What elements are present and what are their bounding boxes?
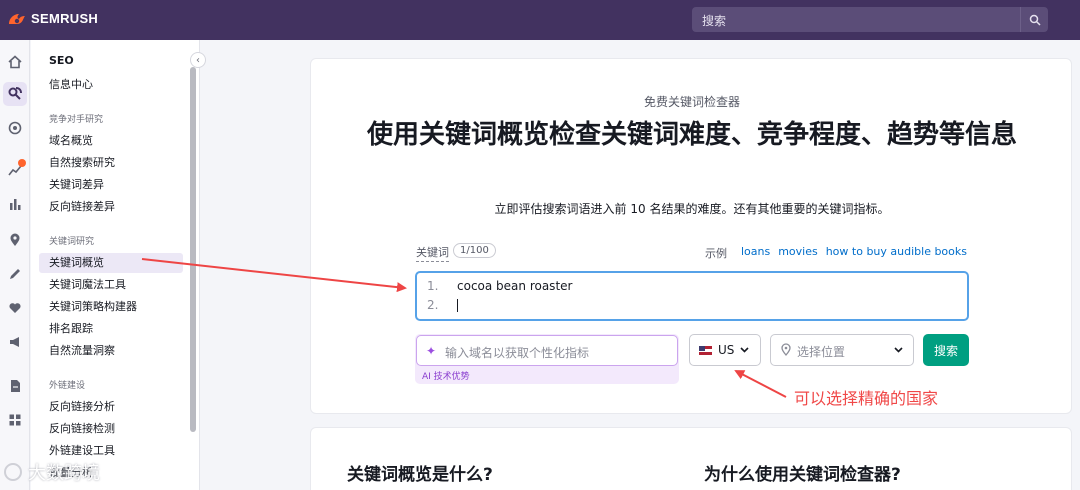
keyword-count-badge: 1/100 <box>453 243 496 258</box>
menu-section-competitor: 竞争对手研究 <box>49 115 104 125</box>
rail-seo[interactable] <box>3 82 27 106</box>
rail-home[interactable] <box>3 50 27 74</box>
domain-input-placeholder: 输入域名以获取个性化指标 <box>445 346 590 360</box>
brand-name: SEMRUSH <box>31 11 99 26</box>
menu-item-backlink-analytics[interactable]: 反向链接分析 <box>39 397 183 417</box>
menu-item-keyword-gap[interactable]: 关键词差异 <box>39 175 183 195</box>
menu-item-dashboard[interactable]: 信息中心 <box>39 75 183 95</box>
search-placeholder: 搜索 <box>702 14 727 28</box>
location-select[interactable]: 选择位置 <box>770 334 914 366</box>
rail-content[interactable] <box>3 262 27 286</box>
icon-rail <box>0 40 30 490</box>
document-icon <box>11 380 20 392</box>
what-is-heading: 关键词概览是什么? <box>347 465 493 485</box>
menu-item-backlink-gap[interactable]: 反向链接差异 <box>39 197 183 217</box>
menu-item-domain-overview[interactable]: 域名概览 <box>39 131 183 151</box>
heart-icon <box>9 303 21 313</box>
pen-icon <box>10 269 20 279</box>
keyword-label: 关键词 <box>416 244 449 262</box>
page-eyebrow: 免费关键词检查器 <box>643 95 740 109</box>
example-link-movies[interactable]: movies <box>778 245 818 261</box>
menu-item-keyword-strategy[interactable]: 关键词策略构建器 <box>39 297 183 317</box>
page-title: 使用关键词概览检查关键词难度、竞争程度、趋势等信息 <box>366 120 1017 150</box>
country-select[interactable]: US <box>689 334 761 366</box>
line-number: 1. <box>427 279 439 293</box>
watermark-logo-icon <box>4 463 22 481</box>
location-pin-icon <box>10 233 20 246</box>
example-link-loans[interactable]: loans <box>741 245 770 261</box>
rail-traffic[interactable] <box>3 192 27 216</box>
line-number: 2. <box>427 298 439 312</box>
ai-sparkle-icon: ✦ <box>426 344 437 358</box>
chevron-left-icon: ‹ <box>196 54 200 66</box>
location-pin-icon <box>781 343 791 356</box>
menu-item-position-tracking[interactable]: 排名跟踪 <box>39 319 183 339</box>
rail-advertising[interactable] <box>3 330 27 354</box>
annotation-text: 可以选择精确的国家 <box>794 389 939 408</box>
menu-item-backlink-audit[interactable]: 反向链接检测 <box>39 419 183 439</box>
home-icon <box>8 55 22 69</box>
semrush-logo[interactable]: SEMRUSH <box>7 11 98 26</box>
example-link-audible[interactable]: how to buy audible books <box>826 245 967 261</box>
info-card: 关键词概览是什么? 为什么使用关键词检查器? <box>310 427 1072 490</box>
menu-item-keyword-magic[interactable]: 关键词魔法工具 <box>39 275 183 295</box>
keyword-checker-card: 免费关键词检查器 使用关键词概览检查关键词难度、竞争程度、趋势等信息 立即评估搜… <box>310 58 1072 414</box>
page-subtitle: 立即评估搜索词语进入前 10 名结果的难度。还有其他重要的关键词指标。 <box>494 202 890 216</box>
menu-section-link-building: 外链建设 <box>49 381 86 391</box>
country-value: US <box>718 343 735 357</box>
chevron-down-icon <box>740 347 749 353</box>
rail-social[interactable] <box>3 296 27 320</box>
fire-icon <box>9 13 25 24</box>
why-use-heading: 为什么使用关键词检查器? <box>704 465 901 485</box>
examples-label: 示例 <box>704 247 727 260</box>
collapse-menu-button[interactable]: ‹ <box>190 52 206 68</box>
examples-row: 示例 loans movies how to buy audible books <box>705 245 967 261</box>
rail-apps[interactable] <box>3 408 27 432</box>
notification-dot <box>18 159 26 167</box>
menu-item-organic-traffic[interactable]: 自然流量洞察 <box>39 341 183 361</box>
location-placeholder: 选择位置 <box>797 345 846 359</box>
menu-section-keyword: 关键词研究 <box>49 237 95 247</box>
menu-item-link-building-tool[interactable]: 外链建设工具 <box>39 441 183 461</box>
target-icon <box>8 121 22 135</box>
text-caret <box>457 299 458 312</box>
menu-title: SEO <box>49 54 74 67</box>
keyword-line: 2. <box>427 298 458 312</box>
rail-local[interactable] <box>3 116 27 140</box>
watermark-text: 大数跨境 <box>28 463 100 484</box>
search-icon <box>1029 14 1041 26</box>
seo-side-menu: SEO 信息中心 竞争对手研究 域名概览 自然搜索研究 关键词差异 反向链接差异… <box>31 40 200 490</box>
megaphone-icon <box>10 337 19 347</box>
rail-ai[interactable] <box>3 158 27 182</box>
ai-domain-field-wrapper: ✦ 输入域名以获取个性化指标 AI 技术优势 <box>415 334 679 384</box>
keyword-line: 1. cocoa bean roaster <box>427 279 572 293</box>
menu-item-keyword-overview[interactable]: 关键词概览 <box>39 253 183 273</box>
global-search-input[interactable]: 搜索 <box>692 7 1048 32</box>
keywords-textarea[interactable]: 1. cocoa bean roaster 2. <box>415 271 969 321</box>
search-submit-button[interactable]: 搜索 <box>923 334 969 366</box>
us-flag-icon <box>699 345 712 355</box>
top-bar: SEMRUSH 搜索 <box>0 0 1080 40</box>
menu-item-organic-research[interactable]: 自然搜索研究 <box>39 153 183 173</box>
apps-grid-icon <box>9 414 21 426</box>
menu-scrollbar[interactable] <box>190 67 196 432</box>
bar-chart-icon <box>10 199 21 210</box>
ai-badge: AI 技术优势 <box>422 372 470 382</box>
seo-icon <box>8 87 22 100</box>
domain-input[interactable]: ✦ 输入域名以获取个性化指标 <box>416 335 678 366</box>
rail-reports[interactable] <box>3 374 27 398</box>
rail-location[interactable] <box>3 228 27 252</box>
keyword-text: cocoa bean roaster <box>457 279 573 293</box>
chevron-down-icon <box>894 347 903 353</box>
watermark: 大数跨境 <box>4 459 100 485</box>
search-button[interactable] <box>1020 7 1048 32</box>
